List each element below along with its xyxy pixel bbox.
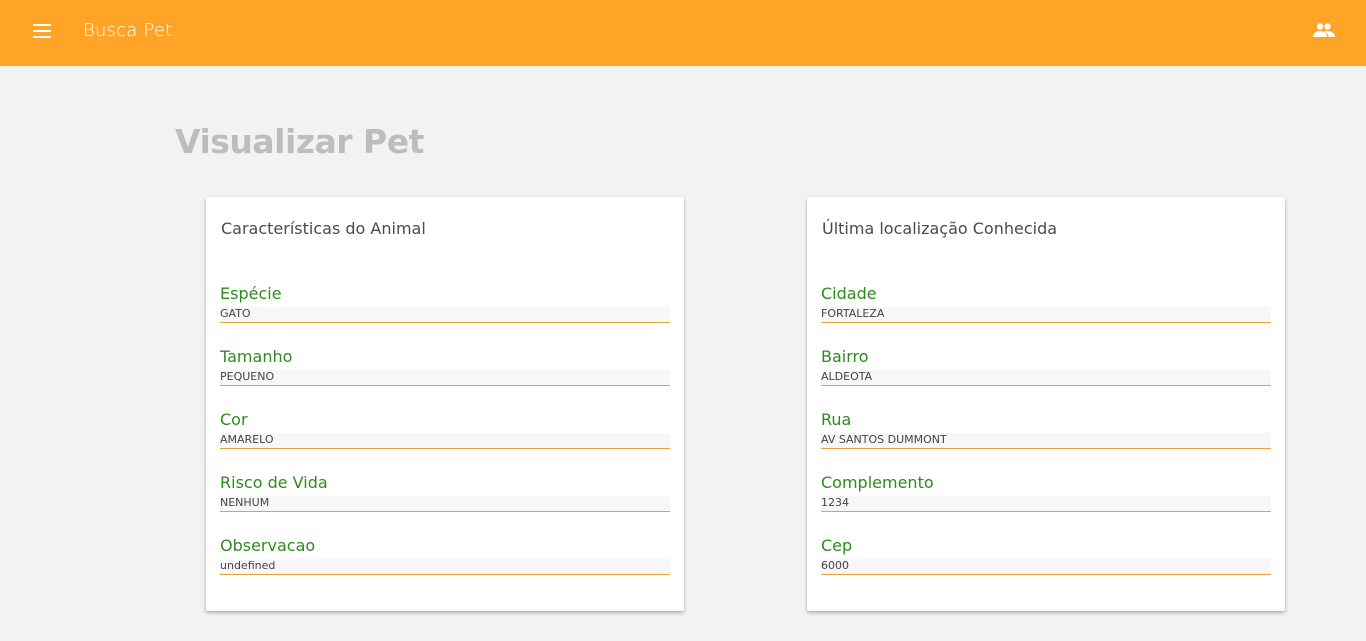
field-value: ALDEOTA	[821, 370, 1271, 386]
zip-code-field: Cep 6000	[821, 536, 1271, 575]
observation-field: Observacao undefined	[220, 536, 670, 575]
city-field: Cidade FORTALEZA	[821, 284, 1271, 323]
field-value: PEQUENO	[220, 370, 670, 386]
field-label: Complemento	[821, 473, 934, 492]
field-label: Risco de Vida	[220, 473, 328, 492]
top-app-bar: Busca Pet	[0, 0, 1366, 66]
size-field: Tamanho PEQUENO	[220, 347, 670, 386]
field-label: Bairro	[821, 347, 869, 366]
life-risk-field: Risco de Vida NENHUM	[220, 473, 670, 512]
field-label: Cidade	[821, 284, 877, 303]
field-value: AMARELO	[220, 433, 670, 449]
animal-characteristics-card: Características do Animal Espécie GATO T…	[206, 197, 684, 611]
field-label: Rua	[821, 410, 852, 429]
field-value: NENHUM	[220, 496, 670, 512]
field-label: Observacao	[220, 536, 316, 555]
field-value: FORTALEZA	[821, 307, 1271, 323]
page-title: Visualizar Pet	[175, 122, 424, 161]
field-value: GATO	[220, 307, 670, 323]
complement-field: Complemento 1234	[821, 473, 1271, 512]
last-known-location-card: Última localização Conhecida Cidade FORT…	[807, 197, 1285, 611]
card-title: Última localização Conhecida	[822, 219, 1058, 238]
field-value: AV SANTOS DUMMONT	[821, 433, 1271, 449]
field-value: 1234	[821, 496, 1271, 512]
street-field: Rua AV SANTOS DUMMONT	[821, 410, 1271, 449]
people-icon	[1313, 22, 1335, 41]
menu-button[interactable]	[28, 18, 56, 46]
field-label: Tamanho	[220, 347, 293, 366]
field-value: 6000	[821, 559, 1271, 575]
field-label: Cep	[821, 536, 853, 555]
account-button[interactable]	[1310, 17, 1338, 45]
field-label: Espécie	[220, 284, 282, 303]
color-field: Cor AMARELO	[220, 410, 670, 449]
menu-icon	[33, 23, 51, 42]
card-title: Características do Animal	[221, 219, 426, 238]
field-label: Cor	[220, 410, 248, 429]
species-field: Espécie GATO	[220, 284, 670, 323]
app-title: Busca Pet	[83, 20, 173, 41]
neighborhood-field: Bairro ALDEOTA	[821, 347, 1271, 386]
field-value: undefined	[220, 559, 670, 575]
